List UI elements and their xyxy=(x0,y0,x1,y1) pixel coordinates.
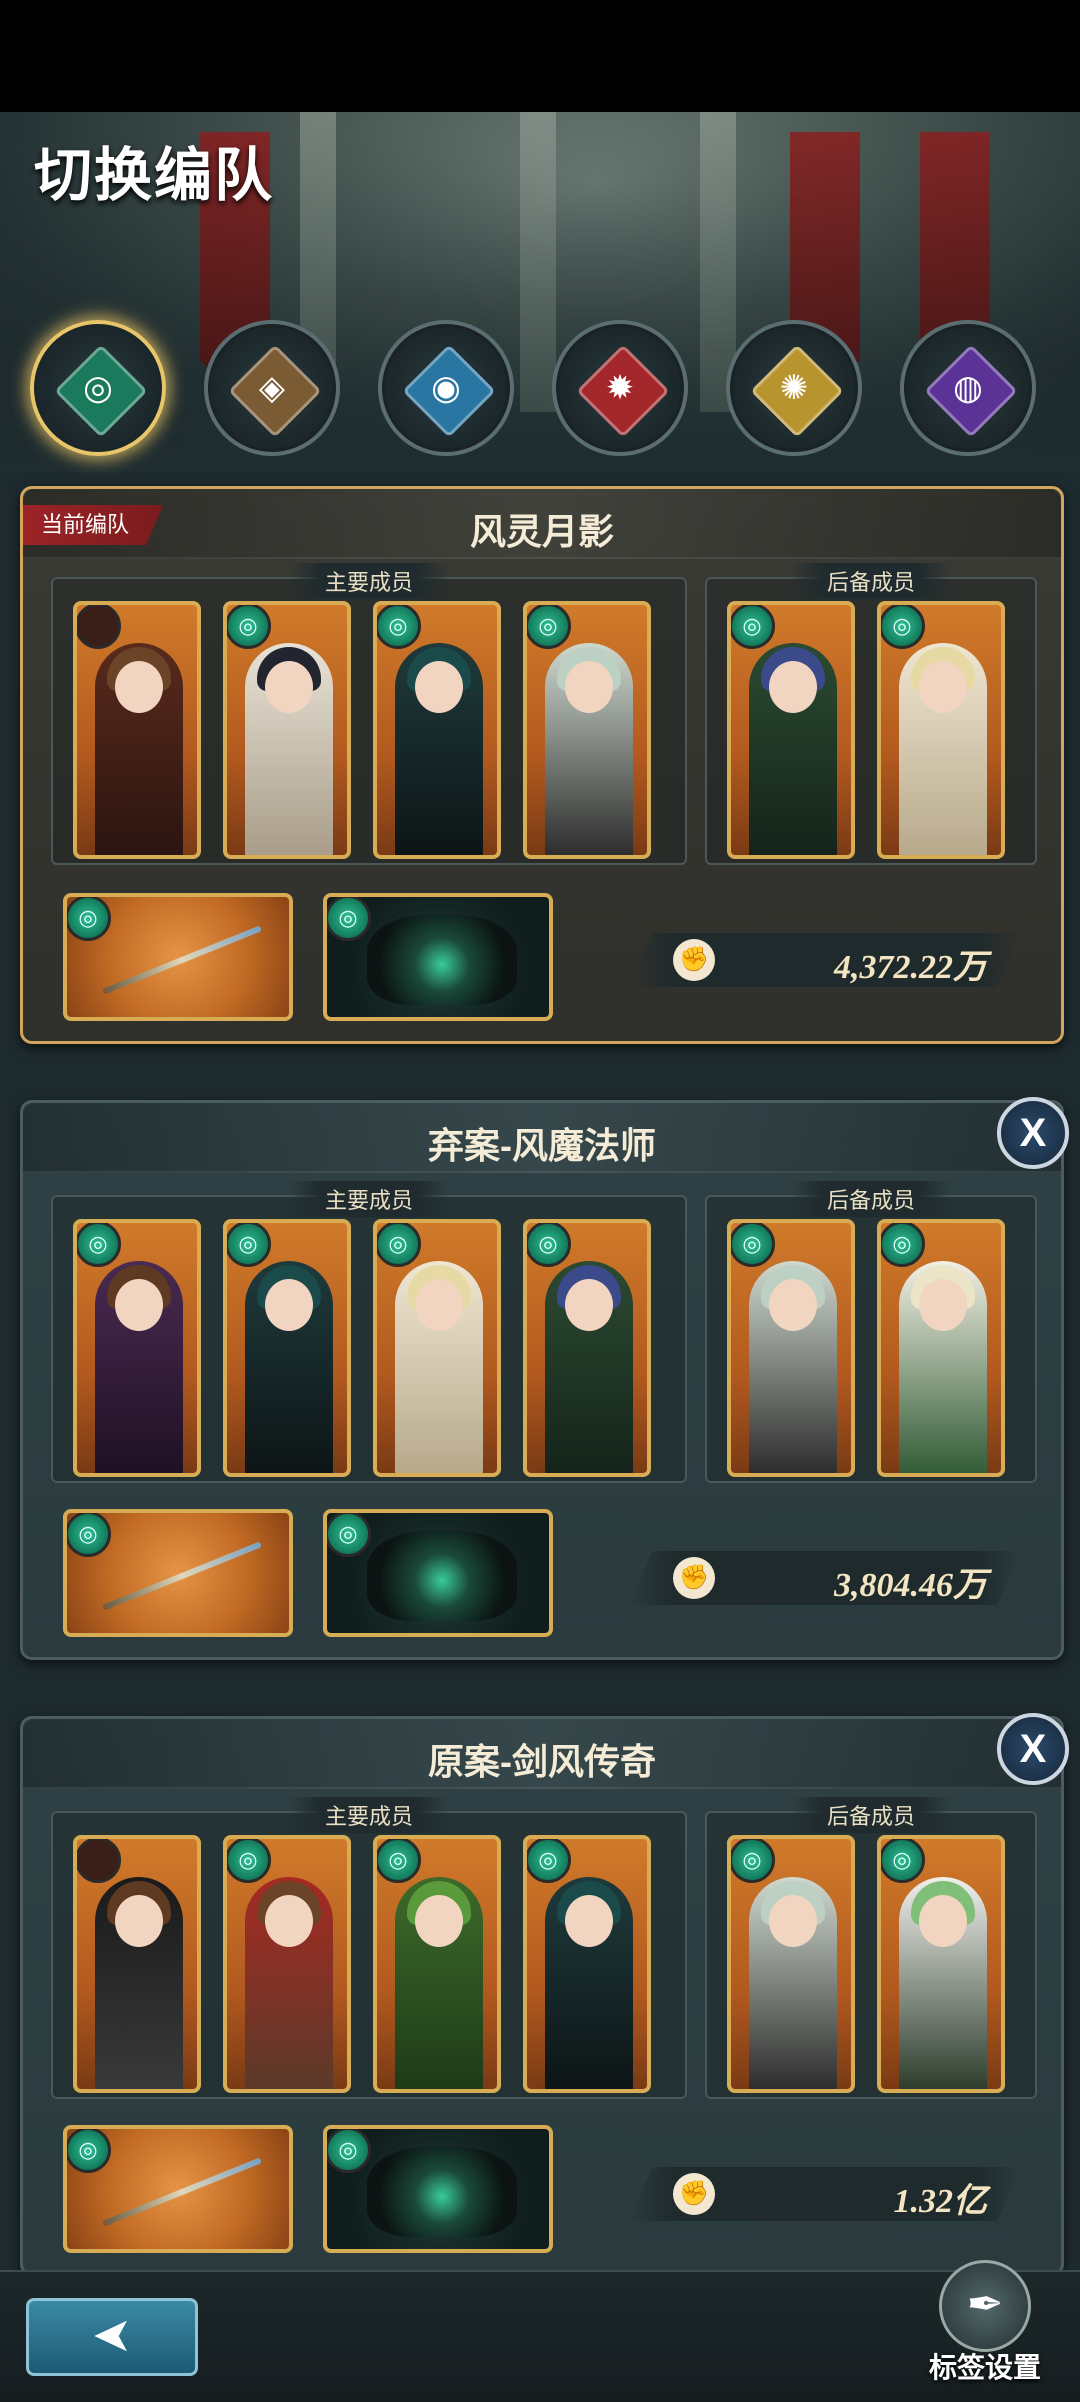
element-tab-light[interactable]: ✺ xyxy=(726,320,862,456)
element-tab-water[interactable]: ◉ xyxy=(378,320,514,456)
combat-power-value: 3,804.46万 xyxy=(834,1567,987,1604)
fire-element-icon: ✹ xyxy=(605,369,635,407)
beast-icon xyxy=(367,2147,517,2237)
empty-element-icon xyxy=(77,1839,121,1883)
main-members-label: 主要成员 xyxy=(288,563,450,599)
sword-icon xyxy=(102,2157,262,2227)
wind-element-icon: ◎ xyxy=(327,1513,371,1557)
element-filter-row: ◎ ◈ ◉ ✹ ✺ ◍ xyxy=(0,320,1080,456)
character-card[interactable]: ◎ xyxy=(523,1219,651,1477)
page-title: 切换编队 xyxy=(34,143,275,208)
water-element-icon: ◉ xyxy=(431,369,461,407)
close-button[interactable]: X xyxy=(997,1097,1069,1169)
back-arrow-icon: ➤ xyxy=(91,2309,133,2362)
earth-element-icon: ◈ xyxy=(258,369,286,407)
wind-element-icon: ◎ xyxy=(67,897,111,941)
backup-members-label: 后备成员 xyxy=(790,1797,952,1833)
wind-element-icon: ◎ xyxy=(67,1513,111,1557)
backup-character-card[interactable]: ◎ xyxy=(727,601,855,859)
element-tab-wind[interactable]: ◎ xyxy=(30,320,166,456)
main-members-label: 主要成员 xyxy=(288,1797,450,1833)
combat-power: ✊ 4,372.22万 xyxy=(629,933,1021,987)
wind-element-icon: ◎ xyxy=(731,1839,775,1883)
wind-element-icon: ◎ xyxy=(881,1223,925,1267)
fist-icon: ✊ xyxy=(673,2173,715,2215)
team-card[interactable]: 当前编队 风灵月影 主要成员 后备成员 ◎ ◎ ◎ ◎ ◎ ◎ ◎ ✊ 4,37… xyxy=(20,486,1064,1044)
wind-element-icon: ◎ xyxy=(731,605,775,649)
wind-element-icon: ◎ xyxy=(527,1839,571,1883)
combat-power-value: 1.32亿 xyxy=(893,2183,988,2220)
team-name: 风灵月影 xyxy=(469,511,614,552)
character-card[interactable] xyxy=(73,601,201,859)
status-bar xyxy=(0,0,1080,112)
beast-icon xyxy=(367,915,517,1005)
backup-character-card[interactable]: ◎ xyxy=(877,1219,1005,1477)
relic-slot[interactable]: ◎ xyxy=(323,1509,553,1637)
element-tab-dark[interactable]: ◍ xyxy=(900,320,1036,456)
character-card[interactable]: ◎ xyxy=(523,601,651,859)
backup-members-label: 后备成员 xyxy=(790,1181,952,1217)
relic-slot[interactable]: ◎ xyxy=(323,893,553,1021)
wind-element-icon: ◎ xyxy=(881,605,925,649)
main-members-label: 主要成员 xyxy=(288,1181,450,1217)
beast-icon xyxy=(367,1531,517,1621)
wind-element-icon: ◎ xyxy=(527,605,571,649)
backup-character-card[interactable]: ◎ xyxy=(877,1835,1005,2093)
wind-element-icon: ◎ xyxy=(67,2129,111,2173)
wind-element-icon: ◎ xyxy=(881,1839,925,1883)
wind-element-icon: ◎ xyxy=(227,605,271,649)
element-tab-fire[interactable]: ✹ xyxy=(552,320,688,456)
team-card[interactable]: 原案-剑风传奇 X 主要成员 后备成员 ◎ ◎ ◎ ◎ ◎ ◎ ◎ ✊ 1.32… xyxy=(20,1713,1069,2276)
wind-element-icon: ◎ xyxy=(227,1839,271,1883)
character-card[interactable]: ◎ xyxy=(523,1835,651,2093)
character-card[interactable]: ◎ xyxy=(373,1219,501,1477)
combat-power: ✊ 1.32亿 xyxy=(629,2167,1021,2221)
empty-element-icon xyxy=(77,605,121,649)
wind-element-icon: ◎ xyxy=(377,1839,421,1883)
dark-element-icon: ◍ xyxy=(953,369,983,407)
quill-icon: ✒ xyxy=(939,2260,1031,2352)
team-card[interactable]: 弃案-风魔法师 X 主要成员 后备成员 ◎ ◎ ◎ ◎ ◎ ◎ ◎ ◎ ✊ 3,… xyxy=(20,1097,1069,1660)
backup-character-card[interactable]: ◎ xyxy=(877,601,1005,859)
team-name: 弃案-风魔法师 xyxy=(428,1125,656,1166)
team-name: 原案-剑风传奇 xyxy=(428,1741,656,1782)
weapon-slot[interactable]: ◎ xyxy=(63,2125,293,2253)
wind-element-icon: ◎ xyxy=(377,1223,421,1267)
backup-members-label: 后备成员 xyxy=(790,563,952,599)
wind-element-icon: ◎ xyxy=(327,2129,371,2173)
character-card[interactable] xyxy=(73,1835,201,2093)
wind-element-icon: ◎ xyxy=(227,1223,271,1267)
fist-icon: ✊ xyxy=(673,939,715,981)
fist-icon: ✊ xyxy=(673,1557,715,1599)
wind-element-icon: ◎ xyxy=(731,1223,775,1267)
wind-element-icon: ◎ xyxy=(83,369,113,407)
tag-settings-button[interactable]: ✒ 标签设置 xyxy=(915,2260,1055,2400)
spear-icon xyxy=(102,925,262,995)
close-button[interactable]: X xyxy=(997,1713,1069,1785)
relic-slot[interactable]: ◎ xyxy=(323,2125,553,2253)
combat-power-value: 4,372.22万 xyxy=(834,949,987,986)
weapon-slot[interactable]: ◎ xyxy=(63,1509,293,1637)
wind-element-icon: ◎ xyxy=(377,605,421,649)
character-card[interactable]: ◎ xyxy=(373,1835,501,2093)
element-tab-earth[interactable]: ◈ xyxy=(204,320,340,456)
wind-element-icon: ◎ xyxy=(327,897,371,941)
tag-settings-label: 标签设置 xyxy=(928,2352,1041,2383)
character-card[interactable]: ◎ xyxy=(223,1835,351,2093)
combat-power: ✊ 3,804.46万 xyxy=(629,1551,1021,1605)
sword-icon xyxy=(102,1541,262,1611)
character-card[interactable]: ◎ xyxy=(73,1219,201,1477)
weapon-slot[interactable]: ◎ xyxy=(63,893,293,1021)
wind-element-icon: ◎ xyxy=(77,1223,121,1267)
wind-element-icon: ◎ xyxy=(527,1223,571,1267)
backup-character-card[interactable]: ◎ xyxy=(727,1835,855,2093)
backup-character-card[interactable]: ◎ xyxy=(727,1219,855,1477)
back-button[interactable]: ➤ xyxy=(26,2298,198,2376)
character-card[interactable]: ◎ xyxy=(223,601,351,859)
character-card[interactable]: ◎ xyxy=(373,601,501,859)
light-element-icon: ✺ xyxy=(779,369,809,407)
character-card[interactable]: ◎ xyxy=(223,1219,351,1477)
